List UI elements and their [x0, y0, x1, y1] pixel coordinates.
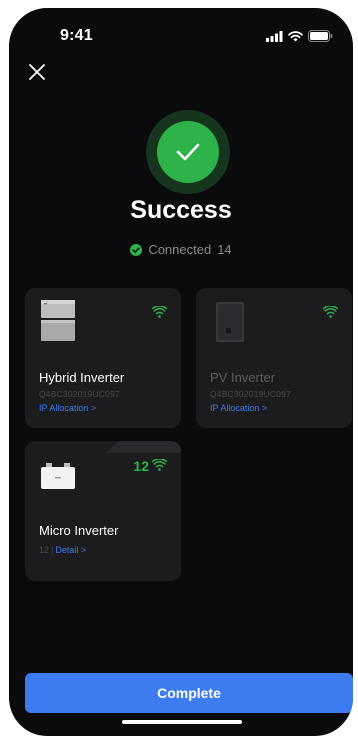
- device-name: Micro Inverter: [39, 523, 119, 538]
- micro-detail-separator: |: [51, 545, 54, 555]
- ip-allocation-link[interactable]: IP Allocation >: [210, 403, 267, 413]
- connected-label: Connected: [148, 242, 212, 257]
- checkmark-icon: [176, 143, 200, 161]
- success-circle: [157, 121, 219, 183]
- device-card-hybrid-inverter[interactable]: Hybrid Inverter Q4BC302019UC097 IP Alloc…: [25, 288, 181, 428]
- pv-inverter-image: [216, 302, 244, 342]
- wifi-signal-icon: [152, 459, 167, 471]
- device-serial: Q4BC302019UC097: [39, 389, 120, 399]
- detail-link[interactable]: Detail >: [55, 545, 86, 555]
- device-serial: Q4BC302019UC097: [210, 389, 291, 399]
- connected-count: 14: [217, 242, 232, 257]
- card-corner-tab: [105, 441, 181, 453]
- close-icon[interactable]: [27, 62, 47, 82]
- home-indicator: [122, 720, 242, 724]
- status-time: 9:41: [60, 27, 93, 44]
- battery-icon: [308, 30, 333, 42]
- complete-button[interactable]: Complete: [25, 673, 353, 713]
- micro-inverter-image: [41, 463, 75, 489]
- ip-allocation-link[interactable]: IP Allocation >: [39, 403, 96, 413]
- wifi-signal-icon: [323, 306, 338, 318]
- status-icons: [266, 30, 333, 42]
- success-badge: [146, 110, 230, 194]
- connected-status: Connected 14: [9, 242, 353, 257]
- device-name: Hybrid Inverter: [39, 370, 125, 385]
- success-title: Success: [130, 196, 232, 224]
- wifi-signal-icon: [152, 306, 167, 318]
- hybrid-inverter-image: [41, 300, 75, 341]
- device-name: PV Inverter: [210, 370, 276, 385]
- phone-screen: 9:41 Success Connected 14 Hybrid Inverte…: [9, 8, 353, 736]
- micro-detail-row: 12 | Detail >: [39, 545, 86, 555]
- device-card-pv-inverter[interactable]: PV Inverter Q4BC302019UC097 IP Allocatio…: [196, 288, 352, 428]
- cellular-signal-icon: [266, 30, 283, 42]
- wifi-status-icon: [288, 30, 303, 41]
- micro-inverter-count: 12: [133, 458, 149, 474]
- connected-check-icon: [130, 243, 143, 256]
- device-card-micro-inverter[interactable]: 12 Micro Inverter 12 | Detail >: [25, 441, 181, 581]
- micro-detail-count: 12: [39, 545, 50, 555]
